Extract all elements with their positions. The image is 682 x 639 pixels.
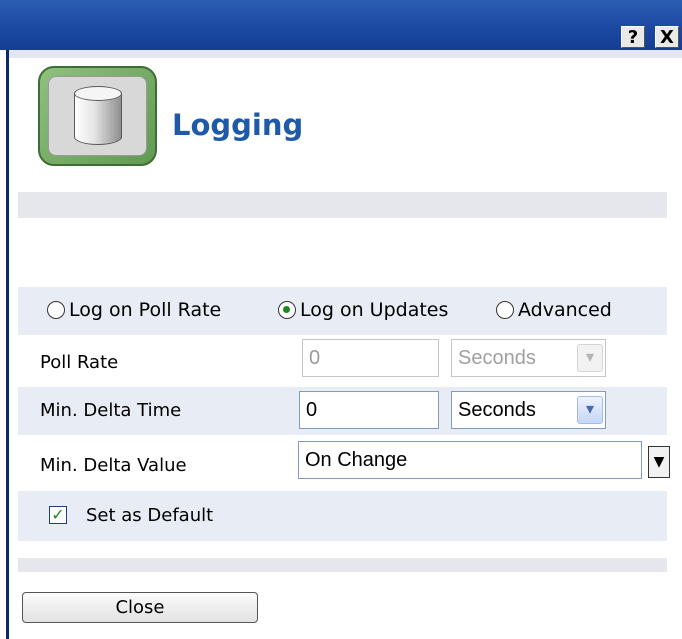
radio-button[interactable]: [496, 301, 514, 319]
close-button[interactable]: Close: [22, 592, 258, 623]
close-window-button[interactable]: X: [655, 26, 679, 48]
radio-label: Log on Poll Rate: [69, 299, 222, 321]
radio-label: Log on Updates: [300, 299, 449, 321]
footer-divider: [18, 558, 667, 572]
radio-advanced[interactable]: Advanced: [496, 296, 612, 324]
poll-rate-unit-value: Seconds: [458, 347, 536, 369]
chevron-down-icon[interactable]: ▾: [577, 396, 603, 424]
min-delta-time-unit-value: Seconds: [458, 399, 536, 421]
min-delta-time-label: Min. Delta Time: [40, 400, 182, 421]
page-title: Logging: [172, 108, 304, 142]
min-delta-value-input[interactable]: On Change: [298, 441, 642, 479]
radio-button[interactable]: [47, 301, 65, 319]
radio-label: Advanced: [518, 299, 612, 321]
min-delta-time-input[interactable]: 0: [299, 391, 439, 429]
dialog-title-bar[interactable]: ? X: [0, 0, 682, 50]
section-divider: [18, 192, 667, 218]
set-default-checkbox[interactable]: ✓: [49, 506, 67, 524]
chevron-down-icon: ▾: [577, 344, 603, 372]
radio-log-on-updates[interactable]: Log on Updates: [278, 296, 448, 324]
poll-rate-input: 0: [302, 339, 439, 377]
set-default-label: Set as Default: [86, 505, 214, 526]
radio-button-selected[interactable]: [278, 301, 296, 319]
poll-rate-unit-select: Seconds ▾: [451, 339, 606, 377]
min-delta-time-unit-select[interactable]: Seconds ▾: [451, 391, 606, 429]
min-delta-value-label: Min. Delta Value: [40, 455, 187, 476]
help-button[interactable]: ?: [621, 26, 645, 48]
panel-top-divider: [9, 50, 682, 58]
dropdown-arrow-icon[interactable]: ▼: [648, 446, 670, 478]
radio-log-on-poll-rate[interactable]: Log on Poll Rate: [47, 296, 221, 324]
poll-rate-label: Poll Rate: [40, 352, 119, 373]
database-cylinder-icon: [38, 66, 157, 166]
